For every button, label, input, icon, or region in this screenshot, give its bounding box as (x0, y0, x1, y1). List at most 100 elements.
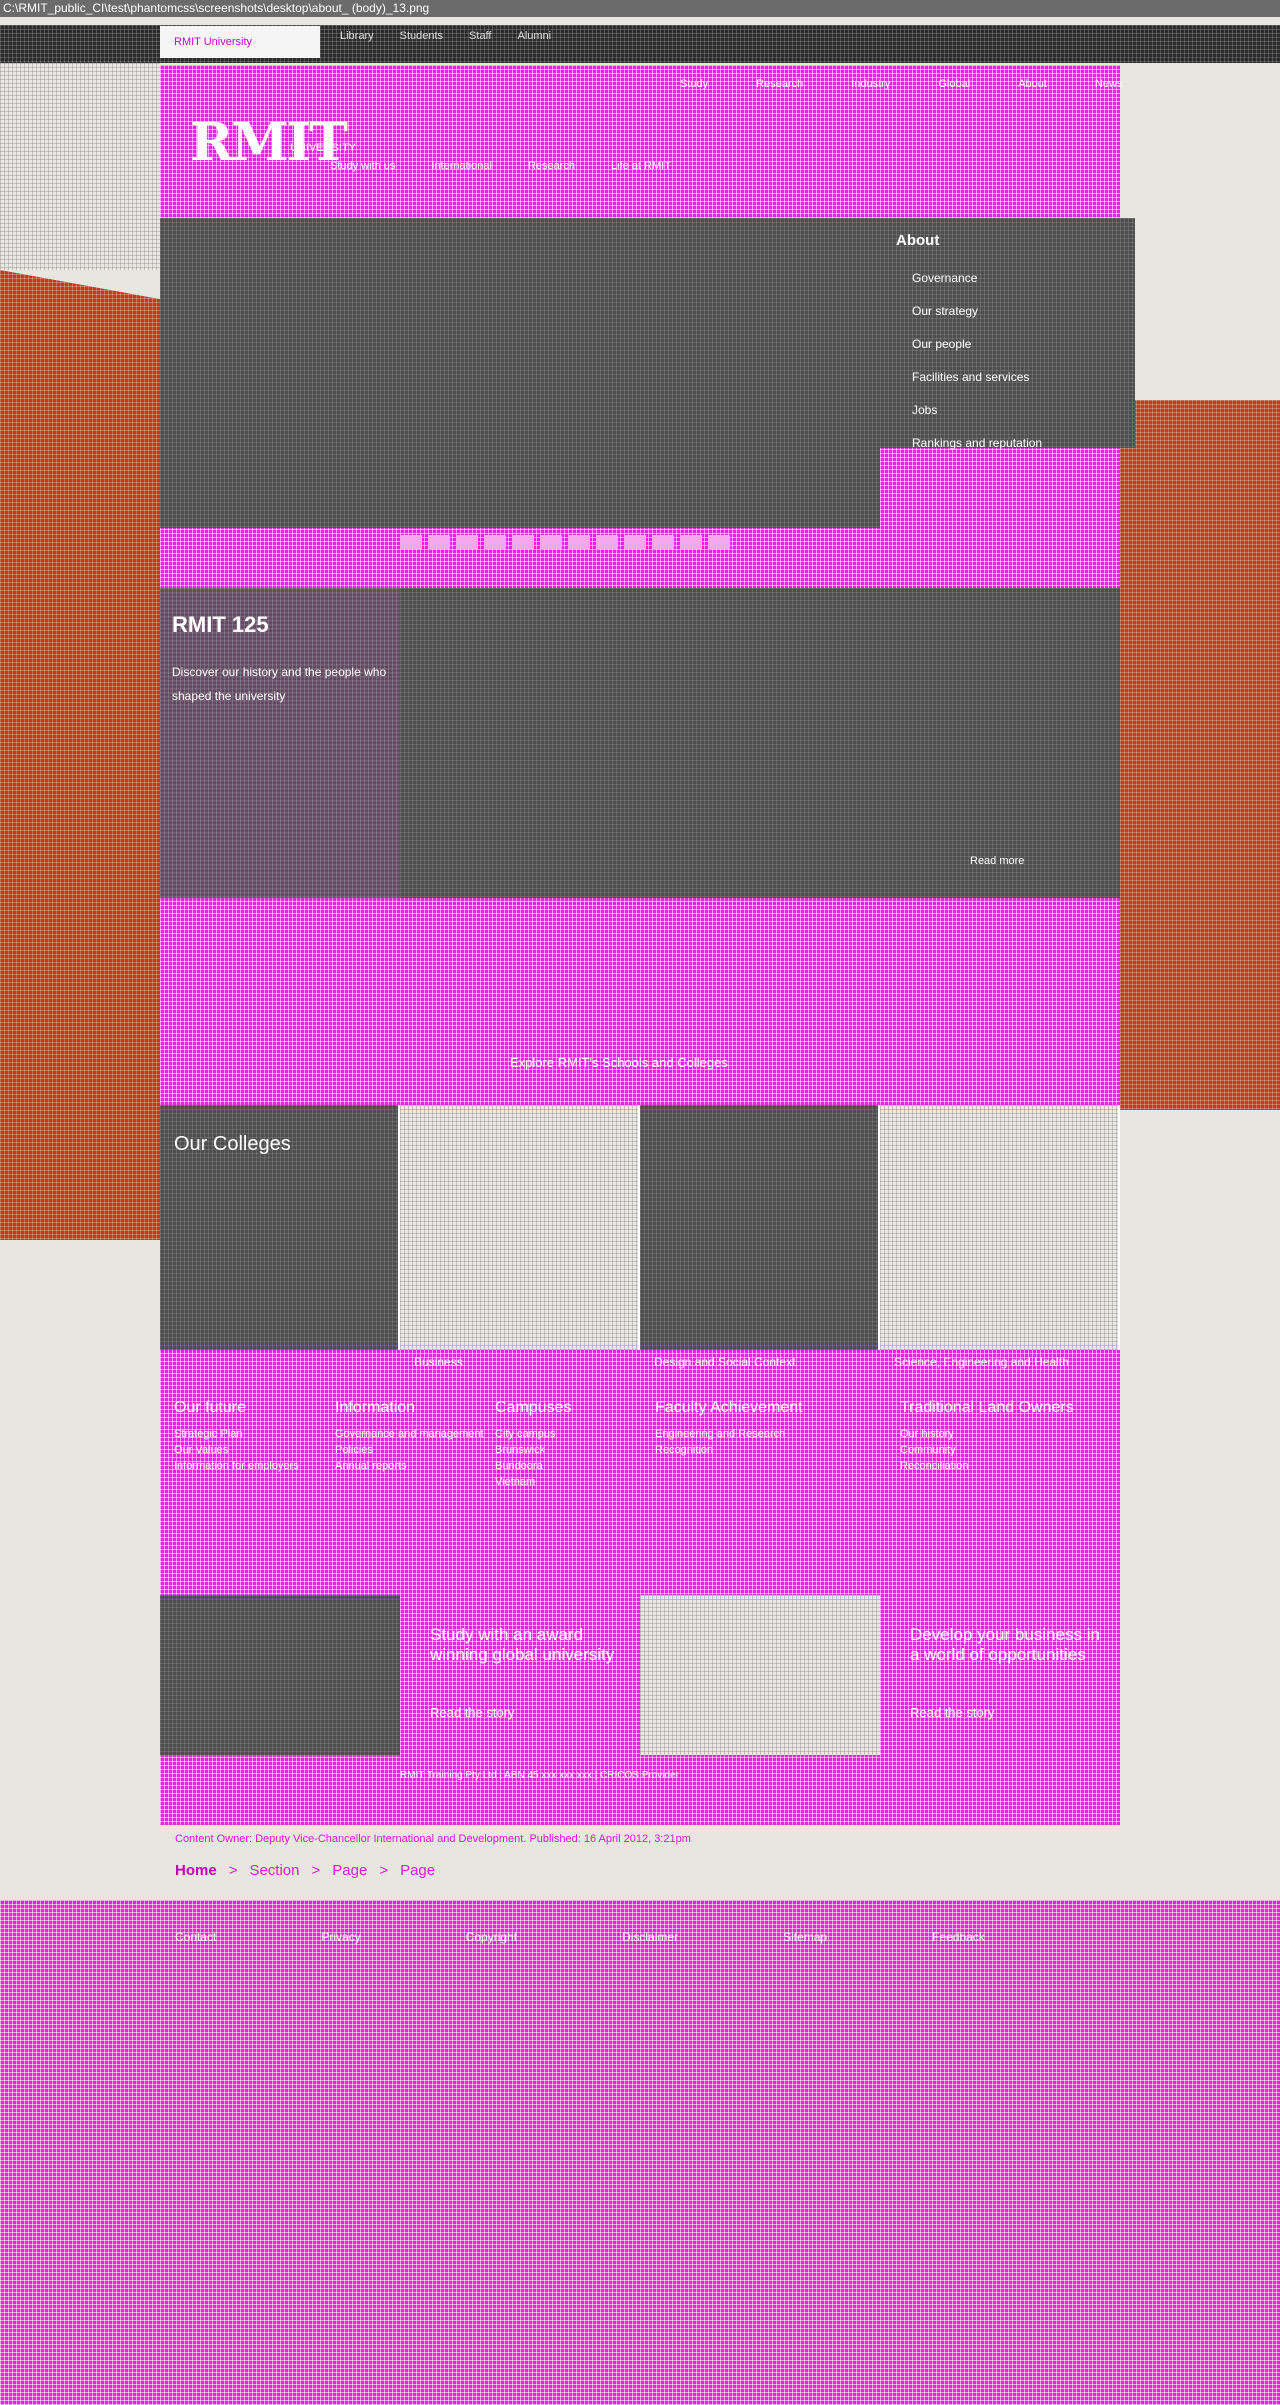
pager-dot[interactable] (512, 535, 534, 549)
college-label[interactable]: Design and Social Context (640, 1355, 880, 1369)
col-link[interactable]: Governance and management (335, 1426, 484, 1442)
sub-nav-item[interactable]: International (431, 160, 492, 172)
feature-body: Discover our history and the people who … (172, 665, 387, 703)
promo-footnote: RMIT Training Pty Ltd | ABN 45 xxx xxx x… (400, 1770, 679, 1781)
col-link[interactable]: Our history (900, 1426, 1100, 1442)
pager-dot[interactable] (484, 535, 506, 549)
nav-item[interactable]: About (1018, 78, 1047, 90)
pager-dot[interactable] (456, 535, 478, 549)
nav-item[interactable]: News (1095, 78, 1123, 90)
col-link[interactable]: Annual reports (335, 1458, 484, 1474)
col-link[interactable]: Community (900, 1442, 1100, 1458)
promo-banner: Study with an award winning global unive… (160, 1595, 1120, 1825)
tab-rmit[interactable]: RMIT University (160, 26, 320, 58)
main-nav: Study Research Industry Global About New… (680, 78, 1122, 90)
pager-dot[interactable] (708, 535, 730, 549)
pager-dot[interactable] (428, 535, 450, 549)
bottom-columns: Our future Strategic Plan Our Values Inf… (160, 1400, 1120, 1570)
promo-link[interactable]: Read the story (910, 1705, 995, 1720)
colleges-strip: Our Colleges (160, 1105, 1120, 1350)
col-link[interactable]: Vietnam (495, 1474, 571, 1490)
util-link[interactable]: Library (340, 30, 374, 42)
promo-text: Study with an award winning global unive… (430, 1625, 615, 1664)
background-top-left (0, 63, 160, 270)
col-link[interactable]: Bundoora (495, 1458, 571, 1474)
content-owner: Content Owner: Deputy Vice-Chancellor In… (175, 1833, 691, 1845)
about-menu-item[interactable]: Rankings and reputation (912, 427, 1042, 460)
breadcrumb: Home > Section > Page > Page (175, 1862, 435, 1879)
hero-pagination (400, 535, 730, 549)
col-link[interactable]: Brunswick (495, 1442, 571, 1458)
sub-nav: Study with us International Research Lif… (330, 160, 671, 172)
pager-dot[interactable] (568, 535, 590, 549)
footer-link[interactable]: Feedback (932, 1930, 985, 1944)
about-menu: About Governance Our strategy Our people… (880, 218, 1135, 450)
col-link[interactable]: Engineering and Research (655, 1426, 803, 1442)
util-link[interactable]: Students (400, 30, 443, 42)
utility-links: Library Students Staff Alumni (340, 30, 551, 42)
footer-link[interactable]: Copyright (466, 1930, 517, 1944)
pager-dot[interactable] (540, 535, 562, 549)
promo-text: Develop your business in a world of oppo… (910, 1625, 1100, 1664)
nav-item[interactable]: Global (938, 78, 970, 90)
footer-link[interactable]: Privacy (321, 1930, 360, 1944)
breadcrumb-separator: > (379, 1862, 389, 1879)
bottom-col: Our future Strategic Plan Our Values Inf… (174, 1400, 299, 1474)
breadcrumb-home[interactable]: Home (175, 1862, 217, 1879)
bottom-col: Information Governance and management Po… (335, 1400, 484, 1474)
promo-image (160, 1595, 400, 1755)
college-label[interactable]: Science, Engineering and Health (880, 1355, 1120, 1369)
about-menu-item[interactable]: Jobs (912, 394, 1042, 427)
about-menu-title: About (896, 232, 940, 249)
college-tile[interactable] (400, 1105, 640, 1350)
pager-dot[interactable] (652, 535, 674, 549)
footer-link[interactable]: Contact (175, 1930, 216, 1944)
col-link[interactable]: City campus (495, 1426, 571, 1442)
college-label (160, 1355, 400, 1369)
nav-item[interactable]: Study (680, 78, 708, 90)
feature-read-more[interactable]: Read more (970, 855, 1024, 867)
about-menu-item[interactable]: Governance (912, 262, 1042, 295)
breadcrumb-item[interactable]: Section (249, 1862, 299, 1879)
breadcrumb-item[interactable]: Page (332, 1862, 367, 1879)
nav-item[interactable]: Research (756, 78, 803, 90)
promo-image (640, 1595, 880, 1755)
breadcrumb-separator: > (228, 1862, 238, 1879)
logo-subtitle: UNIVERSITY (290, 142, 357, 154)
pager-dot[interactable] (624, 535, 646, 549)
about-menu-item[interactable]: Our people (912, 328, 1042, 361)
pager-dot[interactable] (596, 535, 618, 549)
pager-dot[interactable] (400, 535, 422, 549)
util-link[interactable]: Alumni (517, 30, 551, 42)
college-tile[interactable] (880, 1105, 1120, 1350)
college-tile[interactable]: Our Colleges (160, 1105, 400, 1350)
college-tile[interactable] (640, 1105, 880, 1350)
col-link[interactable]: Policies (335, 1442, 484, 1458)
promo-line[interactable]: Explore RMIT's Schools and Colleges (510, 1055, 728, 1070)
col-title: Information (335, 1399, 416, 1416)
bottom-col: Campuses City campus Brunswick Bundoora … (495, 1400, 571, 1490)
promo-link[interactable]: Read the story (430, 1705, 515, 1720)
util-link[interactable]: Staff (469, 30, 491, 42)
about-menu-item[interactable]: Our strategy (912, 295, 1042, 328)
col-link[interactable]: Our Values (174, 1442, 299, 1458)
col-link[interactable]: Information for employers (174, 1458, 299, 1474)
colleges-title: Our Colleges (174, 1133, 291, 1155)
col-title: Our future (174, 1399, 247, 1416)
nav-item[interactable]: Industry (851, 78, 890, 90)
footer-link[interactable]: Disclaimer (622, 1930, 678, 1944)
sub-nav-item[interactable]: Research (528, 160, 575, 172)
col-link[interactable]: Strategic Plan (174, 1426, 299, 1442)
bottom-col: Traditional Land Owners Our history Comm… (900, 1400, 1100, 1474)
breadcrumb-item: Page (400, 1862, 436, 1879)
sub-nav-item[interactable]: Life at RMIT (611, 160, 671, 172)
sub-nav-item[interactable]: Study with us (330, 160, 395, 172)
col-link[interactable]: Recognition (655, 1442, 803, 1458)
feature-image (400, 588, 1120, 898)
college-label[interactable]: Business (400, 1355, 640, 1369)
col-link[interactable]: Reconciliation (900, 1458, 1100, 1474)
window-title: C:\RMIT_public_CI\test\phantomcss\screen… (0, 0, 1280, 17)
pager-dot[interactable] (680, 535, 702, 549)
about-menu-item[interactable]: Facilities and services (912, 361, 1042, 394)
footer-link[interactable]: Sitemap (783, 1930, 827, 1944)
